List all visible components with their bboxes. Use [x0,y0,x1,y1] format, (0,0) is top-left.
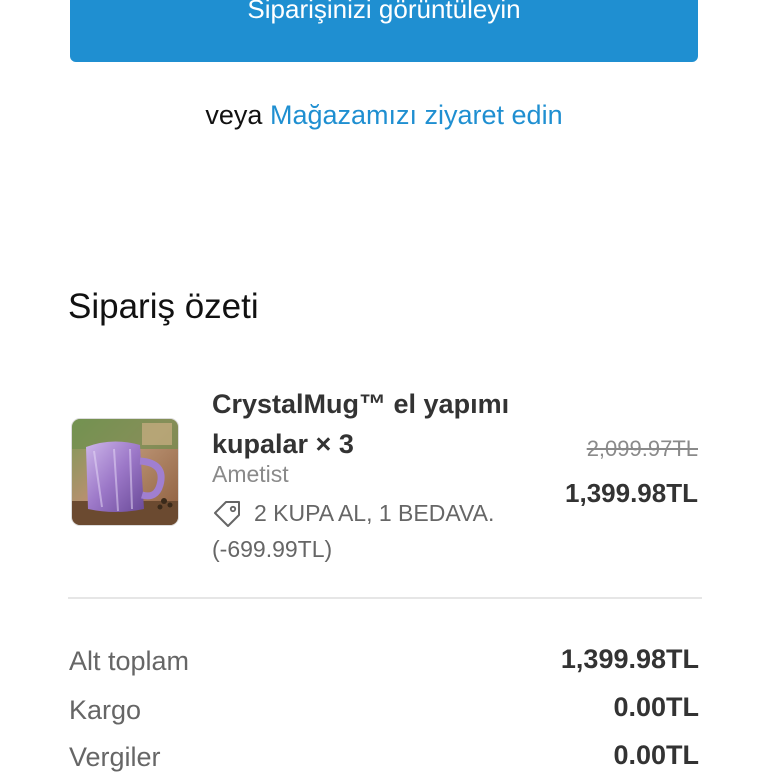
shipping-label: Kargo [69,695,142,725]
view-order-button[interactable]: Siparişinizi görüntüleyin [70,0,698,62]
taxes-label: Vergiler [69,742,161,772]
product-name: CrystalMug™ el yapımı kupalar × 3 [212,389,510,459]
tag-icon [214,500,240,527]
product-thumbnail [71,418,179,526]
shipping-value: 0.00TL [613,692,699,722]
order-summary-title: Sipariş özeti [68,287,259,326]
or-text: veya [205,100,263,130]
subtotal-value: 1,399.98TL [560,644,699,674]
visit-store-link[interactable]: Mağazamızı ziyaret edin [270,100,563,130]
taxes-value: 0.00TL [613,740,699,770]
divider [68,597,702,599]
product-variant: Ametist [212,461,289,487]
final-price: 1,399.98TL [565,478,698,508]
discount-code-row: 2 KUPA AL, 1 BEDAVA. [212,500,494,527]
amethyst-mug-image [72,419,178,525]
original-price: 2,099.97TL [586,436,698,461]
discount-amount: (-699.99TL) [212,536,333,562]
subtotal-label: Alt toplam [69,646,190,676]
discount-code-text: 2 KUPA AL, 1 BEDAVA. [254,500,495,526]
visit-store-line: veya Mağazamızı ziyaret edin [0,100,768,131]
